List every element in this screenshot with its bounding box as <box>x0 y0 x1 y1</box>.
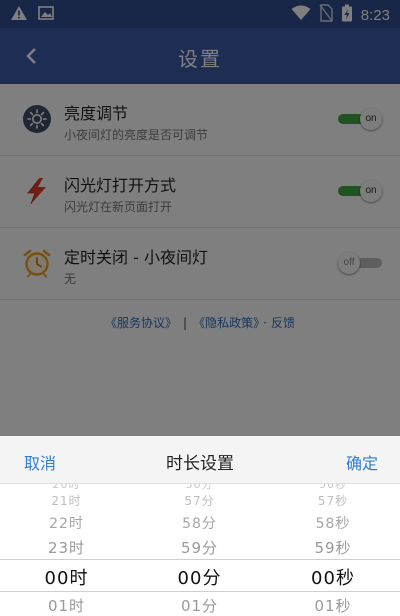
wheel-item: 58分 <box>182 516 217 532</box>
wheel-item: 59秒 <box>314 539 352 557</box>
wheel-item: 01秒 <box>314 597 352 615</box>
hour-wheel[interactable]: 20时 21时 22时 23时 00时 01时 <box>0 484 133 616</box>
wheel-item: 20时 <box>52 484 81 491</box>
selected-hour: 00时 <box>44 568 89 589</box>
confirm-button[interactable]: 确定 <box>346 450 378 474</box>
second-wheel[interactable]: 56秒 57秒 58秒 59秒 00秒 01秒 <box>266 484 400 616</box>
duration-picker-sheet: 取消 时长设置 确定 20时 21时 22时 23时 00时 01时 56分 5… <box>0 436 400 616</box>
wheel-item: 57秒 <box>317 494 349 508</box>
selected-second: 00秒 <box>311 568 355 589</box>
minute-wheel[interactable]: 56分 57分 58分 59分 00分 01分 <box>133 484 266 616</box>
wheel-item: 22时 <box>49 516 84 532</box>
wheel-item: 57分 <box>184 494 215 508</box>
wheel-item: 01时 <box>47 597 86 615</box>
wheel-item: 21时 <box>51 494 82 508</box>
wheel-item: 56秒 <box>319 484 347 491</box>
wheel-item: 01分 <box>180 597 219 615</box>
wheel-item: 59分 <box>180 539 219 557</box>
picker-title: 时长设置 <box>166 454 234 474</box>
wheel-item: 56分 <box>185 484 214 491</box>
wheel-item: 58秒 <box>315 516 351 532</box>
wheel-item: 23时 <box>47 539 86 557</box>
picker-header: 取消 时长设置 确定 <box>0 436 400 484</box>
dim-overlay[interactable] <box>0 0 400 436</box>
selected-minute: 00分 <box>177 568 222 589</box>
